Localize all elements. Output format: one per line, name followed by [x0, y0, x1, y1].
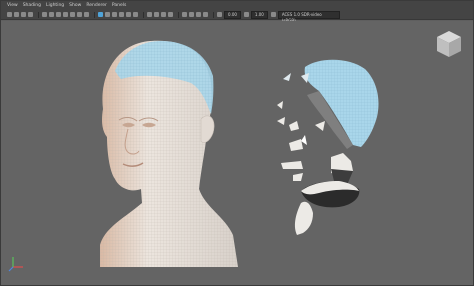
menu-lighting[interactable]: Lighting: [46, 1, 64, 10]
gamma-icon[interactable]: [243, 12, 249, 17]
xray-icon[interactable]: [189, 12, 194, 17]
select-camera-icon[interactable]: [7, 12, 12, 17]
axis-gizmo: [8, 257, 23, 272]
xray-joints-icon[interactable]: [196, 12, 201, 17]
shadows-icon[interactable]: [133, 12, 138, 17]
use-all-lights-icon[interactable]: [126, 12, 131, 17]
safe-action-icon[interactable]: [77, 12, 82, 17]
multisample-aa-icon[interactable]: [161, 12, 166, 17]
field-chart-icon[interactable]: [70, 12, 75, 17]
3d-viewport[interactable]: [1, 21, 473, 285]
color-management-icon[interactable]: [270, 12, 276, 17]
toolbar-divider: [94, 11, 95, 18]
depth-of-field-icon[interactable]: [168, 12, 173, 17]
isolate-select-icon[interactable]: [182, 12, 187, 17]
resolution-gate-icon[interactable]: [56, 12, 61, 17]
maya-viewport-panel: View Shading Lighting Show Renderer Pane…: [0, 0, 474, 286]
gate-mask-icon[interactable]: [63, 12, 68, 17]
gamma-field[interactable]: 1.00: [250, 10, 268, 19]
textured-icon[interactable]: [119, 12, 124, 17]
xray-active-components-icon[interactable]: [203, 12, 208, 17]
menu-view[interactable]: View: [7, 1, 18, 10]
film-gate-icon[interactable]: [49, 12, 54, 17]
menu-shading[interactable]: Shading: [23, 1, 41, 10]
image-plane-icon[interactable]: [28, 12, 33, 17]
menu-show[interactable]: Show: [69, 1, 81, 10]
panel-menu-bar: View Shading Lighting Show Renderer Pane…: [1, 1, 473, 10]
view-transform-dropdown[interactable]: ACES 1.0 SDR-video (sRGB): [277, 10, 340, 23]
menu-panels[interactable]: Panels: [112, 1, 126, 10]
toolbar-divider: [213, 11, 214, 18]
exposure-field[interactable]: 0.00: [224, 10, 241, 19]
camera-attributes-icon[interactable]: [14, 12, 19, 17]
smooth-shade-icon[interactable]: [105, 12, 110, 17]
safe-title-icon[interactable]: [84, 12, 89, 17]
toolbar-divider: [143, 11, 144, 18]
panel-toolbar: 0.00 1.00 ACES 1.0 SDR-video (sRGB): [1, 10, 473, 23]
wireframe-on-shaded-icon[interactable]: [98, 12, 103, 17]
toolbar-divider: [178, 11, 179, 18]
viewport-scene: [8, 31, 461, 272]
menu-renderer[interactable]: Renderer: [86, 1, 107, 10]
bookmark-icon[interactable]: [21, 12, 26, 17]
view-cube[interactable]: [437, 31, 461, 57]
hair-shell-pieces[interactable]: [277, 59, 379, 235]
exposure-icon[interactable]: [217, 12, 222, 17]
head-bust-mesh[interactable]: [100, 40, 238, 268]
grid-icon[interactable]: [42, 12, 47, 17]
default-material-icon[interactable]: [112, 12, 117, 17]
toolbar-divider: [38, 11, 39, 18]
motion-blur-icon[interactable]: [154, 12, 159, 17]
screen-space-ao-icon[interactable]: [147, 12, 152, 17]
